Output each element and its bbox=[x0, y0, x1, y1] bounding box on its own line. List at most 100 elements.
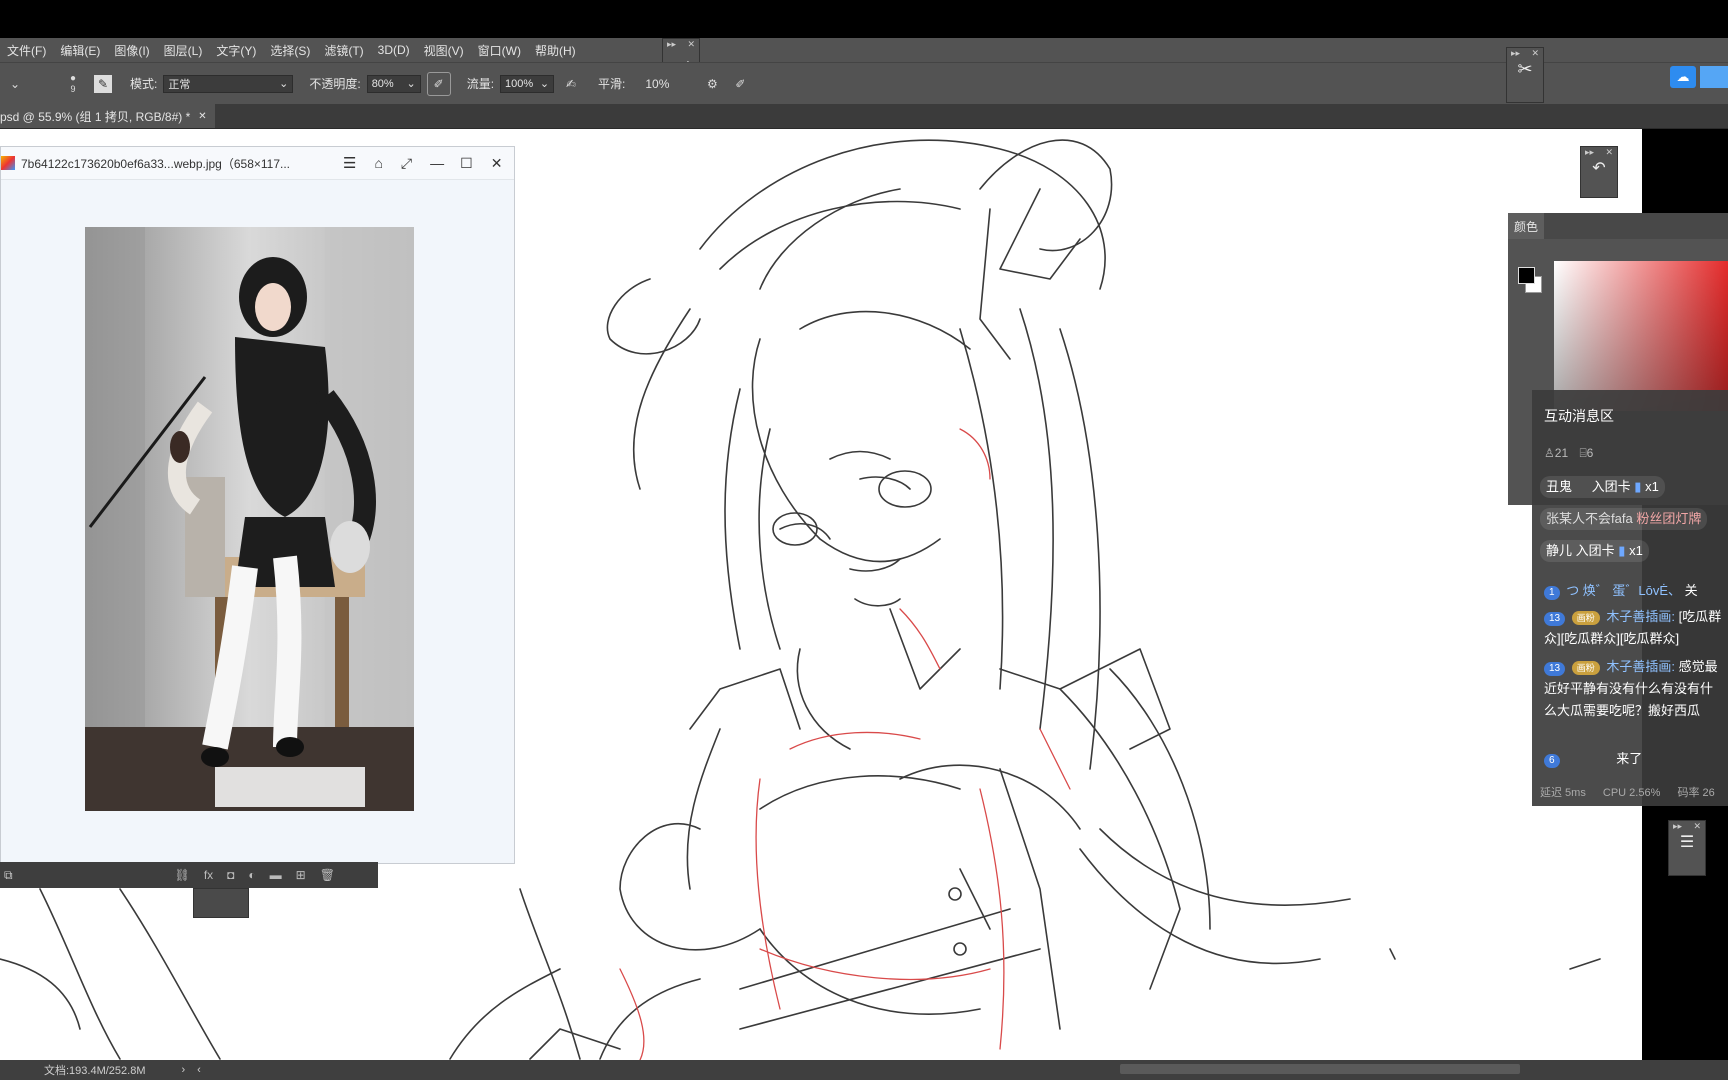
cloud-sync-extension[interactable] bbox=[1700, 66, 1728, 88]
menu-3d[interactable]: 3D(D) bbox=[371, 43, 417, 57]
chevron-down-icon: ⌄ bbox=[406, 78, 416, 90]
gift-count: 6 bbox=[1586, 446, 1594, 460]
trash-icon[interactable]: 🗑 bbox=[320, 868, 335, 882]
gift-pill: 丑鬼 入团卡 ▮ x1 bbox=[1540, 476, 1665, 498]
smoothing-value[interactable]: 10% bbox=[645, 77, 669, 91]
mode-select[interactable]: 正常 ⌄ bbox=[163, 74, 294, 93]
close-icon[interactable]: ✕ bbox=[1693, 821, 1701, 832]
image-viewer-window: 7b64122c173620b0ef6a33...webp.jpg（658×11… bbox=[0, 146, 515, 864]
opacity-label: 不透明度: bbox=[309, 77, 361, 91]
foreground-color-swatch[interactable] bbox=[1518, 267, 1535, 284]
mask-icon[interactable]: ◘ bbox=[227, 868, 234, 882]
scissors-icon[interactable]: ✂ bbox=[1507, 59, 1543, 80]
chat-user: つ 焕゛ 蛋゛LōvĖ、 bbox=[1566, 583, 1682, 598]
gift-icon: ⌸ bbox=[1579, 446, 1587, 460]
close-icon[interactable]: ✕ bbox=[1531, 48, 1539, 59]
collapse-icon[interactable]: ▸▸ bbox=[1511, 48, 1520, 59]
panel-header: ▸▸ ✕ bbox=[1669, 821, 1705, 832]
flow-value: 100% bbox=[505, 77, 534, 90]
tool-preset-dropdown-icon[interactable]: ⌄ bbox=[4, 73, 26, 95]
menu-bar: 文件(F) 编辑(E) 图像(I) 图层(L) 文字(Y) 选择(S) 滤镜(T… bbox=[0, 38, 1728, 62]
chat-message: 丑鬼 入团卡 ▮ x1 bbox=[1540, 476, 1728, 498]
close-icon[interactable]: ✕ bbox=[198, 111, 206, 122]
collapse-icon[interactable]: ▸▸ bbox=[667, 39, 676, 50]
folder-icon[interactable]: ▬ bbox=[270, 868, 282, 882]
color-field[interactable] bbox=[1554, 261, 1728, 411]
top-black-bar bbox=[0, 0, 1728, 38]
gift-count: x1 bbox=[1645, 479, 1659, 494]
menu-image[interactable]: 图像(I) bbox=[107, 42, 156, 59]
flow-label: 流量: bbox=[466, 77, 495, 91]
chat-user: 静儿 bbox=[1546, 543, 1573, 558]
close-icon[interactable]: ✕ bbox=[687, 39, 695, 50]
horizontal-scrollbar[interactable] bbox=[1120, 1064, 1520, 1074]
gift-pill: 静儿 入团卡 ▮ x1 bbox=[1540, 540, 1649, 562]
collapse-icon[interactable]: ▸▸ bbox=[1673, 821, 1682, 832]
opacity-value: 80% bbox=[371, 77, 394, 90]
minimize-icon[interactable]: — bbox=[430, 155, 444, 171]
opacity-field[interactable]: 80% ⌄ bbox=[366, 74, 421, 93]
viewer-count: 21 bbox=[1554, 446, 1569, 460]
document-size: 文档:193.4M/252.8M bbox=[44, 1065, 146, 1077]
floating-history-panel[interactable]: ▸▸ ✕ ↶ bbox=[1580, 146, 1618, 198]
menu-filter[interactable]: 滤镜(T) bbox=[317, 42, 370, 59]
gift-pill: 张某人不会fafa 粉丝团灯牌 bbox=[1540, 508, 1708, 530]
new-layer-icon[interactable]: ⊞ bbox=[296, 868, 306, 882]
fullscreen-icon[interactable]: ⤢ bbox=[401, 155, 412, 172]
brush-dot-icon: ● bbox=[69, 73, 77, 84]
menu-file[interactable]: 文件(F) bbox=[0, 42, 53, 59]
scroll-left-icon[interactable]: ‹ bbox=[197, 1064, 201, 1076]
chat-title: 互动消息区 bbox=[1544, 408, 1614, 424]
gift-action: 粉丝团灯牌 bbox=[1636, 511, 1702, 526]
menu-view[interactable]: 视图(V) bbox=[417, 42, 471, 59]
history-icon[interactable]: ↶ bbox=[1581, 158, 1617, 178]
cpu-stat: CPU 2.56% bbox=[1602, 787, 1661, 799]
document-tab-bar bbox=[0, 104, 1728, 129]
color-panel-tab[interactable]: 颜色 bbox=[1508, 213, 1544, 239]
fan-medal-badge: 画粉 bbox=[1571, 611, 1600, 625]
pressure-size-icon[interactable]: ✐ bbox=[729, 73, 751, 95]
menu-icon[interactable]: ☰ bbox=[343, 154, 356, 172]
fx-icon[interactable]: fx bbox=[204, 868, 213, 882]
maximize-icon[interactable]: ☐ bbox=[460, 155, 473, 172]
status-bar: 文档:193.4M/252.8M › ‹ bbox=[0, 1060, 1728, 1080]
menu-layer[interactable]: 图层(L) bbox=[157, 42, 210, 59]
gift-action: 入团卡 bbox=[1575, 543, 1615, 558]
mode-label: 模式: bbox=[130, 77, 158, 91]
viewer-title: 7b64122c173620b0ef6a33...webp.jpg（658×11… bbox=[21, 156, 291, 171]
menu-type[interactable]: 文字(Y) bbox=[209, 42, 263, 59]
reference-photo[interactable] bbox=[85, 227, 414, 811]
pin-icon[interactable]: ⌂ bbox=[374, 155, 382, 171]
menu-help[interactable]: 帮助(H) bbox=[528, 42, 583, 59]
close-icon[interactable]: ✕ bbox=[491, 155, 503, 172]
layer-group-icon[interactable]: ⧉ bbox=[4, 868, 13, 883]
menu-select[interactable]: 选择(S) bbox=[263, 42, 317, 59]
collapse-icon[interactable]: ▸▸ bbox=[1585, 147, 1594, 158]
adjustment-icon[interactable]: ◐ bbox=[248, 868, 255, 882]
level-badge: 6 bbox=[1544, 754, 1560, 768]
chat-message: 6 来了 bbox=[1544, 748, 1728, 768]
close-icon[interactable]: ✕ bbox=[1605, 147, 1613, 158]
brush-size-picker[interactable]: ● 9 bbox=[58, 73, 88, 95]
floating-adjustments-panel[interactable]: ▸▸ ✕ ☰ bbox=[1668, 820, 1706, 876]
gift-count: x1 bbox=[1629, 543, 1643, 558]
document-tab[interactable]: psd @ 55.9% (组 1 拷贝, RGB/8#) * ✕ bbox=[0, 104, 215, 128]
brush-size-value: 9 bbox=[70, 84, 76, 94]
floating-tool-panel[interactable]: ▸▸ ✕ ✂ bbox=[1506, 47, 1544, 103]
brush-panel-toggle-icon[interactable]: ✎ bbox=[94, 74, 112, 93]
sliders-icon[interactable]: ☰ bbox=[1669, 832, 1705, 852]
link-layers-icon[interactable]: ⛓ bbox=[175, 868, 190, 882]
flow-field[interactable]: 100% ⌄ bbox=[500, 74, 555, 93]
menu-edit[interactable]: 编辑(E) bbox=[53, 42, 107, 59]
chat-message: 静儿 入团卡 ▮ x1 bbox=[1540, 540, 1728, 562]
pressure-opacity-icon[interactable]: ✐ bbox=[426, 71, 451, 96]
person-icon: ♙ bbox=[1544, 446, 1555, 460]
card-icon: ▮ bbox=[1634, 479, 1642, 494]
layer-thumbnail[interactable] bbox=[193, 888, 249, 918]
status-arrow-icon[interactable]: › bbox=[182, 1064, 186, 1076]
viewer-titlebar[interactable]: 7b64122c173620b0ef6a33...webp.jpg（658×11… bbox=[1, 147, 514, 180]
menu-window[interactable]: 窗口(W) bbox=[471, 42, 528, 59]
cloud-sync-button[interactable]: ☁ bbox=[1670, 66, 1696, 88]
gear-icon[interactable]: ⚙ bbox=[701, 73, 723, 95]
airbrush-icon[interactable]: ✍ bbox=[560, 73, 582, 95]
